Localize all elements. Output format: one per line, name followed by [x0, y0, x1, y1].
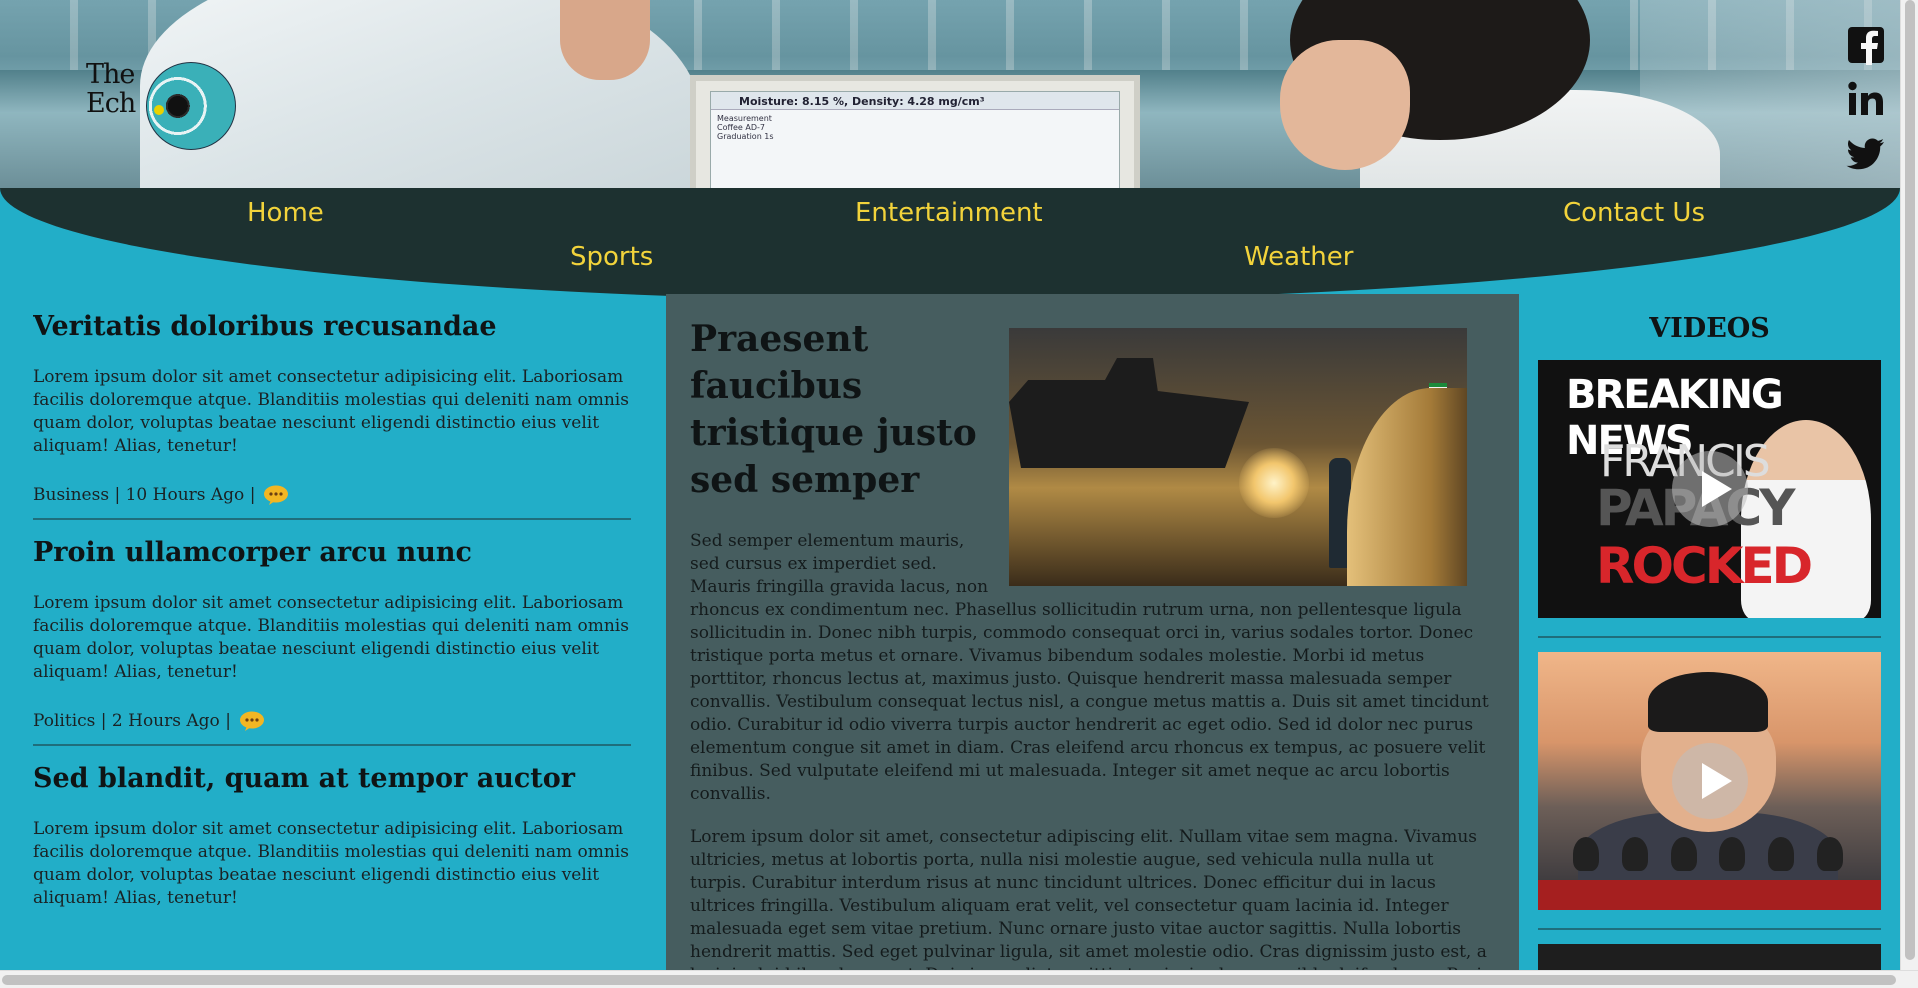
- video-divider: [1538, 636, 1881, 638]
- main-article-paragraph: Lorem ipsum dolor sit amet, consectetur …: [690, 827, 1493, 970]
- news-article: Proin ullamcorper arcu nunc Lorem ipsum …: [33, 536, 631, 746]
- nav-link-sports[interactable]: Sports: [570, 242, 653, 272]
- linkedin-icon[interactable]: [1846, 79, 1886, 119]
- article-title[interactable]: Sed blandit, quam at tempor auctor: [33, 762, 631, 796]
- video-thumbnail[interactable]: [1538, 944, 1881, 970]
- site-logo[interactable]: The Ech: [86, 60, 236, 155]
- logo-text: The Ech: [86, 59, 136, 119]
- hero-monitor-readout: Moisture: 8.15 %, Density: 4.28 mg/cm³: [711, 92, 1119, 110]
- video-microphones: [1573, 837, 1843, 877]
- video-caption: ROCKED: [1596, 537, 1813, 595]
- logo-text-line2: Ech: [86, 88, 136, 119]
- nav-link-home[interactable]: Home: [247, 198, 324, 228]
- article-body: Lorem ipsum dolor sit amet consectetur a…: [33, 819, 629, 908]
- header-hero-image: Moisture: 8.15 %, Density: 4.28 mg/cm³ M…: [0, 0, 1900, 188]
- hero-monitor-row: Coffee AD-7: [717, 123, 765, 132]
- nav-link-entertainment[interactable]: Entertainment: [855, 198, 1043, 228]
- main-article-title[interactable]: Praesent faucibus tristique justo sed se…: [690, 316, 980, 504]
- article-meta: Business | 10 Hours Ago |: [33, 484, 631, 506]
- nav-link-contact-us[interactable]: Contact Us: [1563, 198, 1705, 228]
- horizontal-scrollbar[interactable]: [0, 970, 1918, 988]
- main-article-photo: [1009, 328, 1467, 586]
- vertical-scrollbar[interactable]: [1900, 0, 1918, 970]
- article-body: Lorem ipsum dolor sit amet consectetur a…: [33, 367, 629, 456]
- hero-monitor: Moisture: 8.15 %, Density: 4.28 mg/cm³ M…: [690, 75, 1140, 188]
- play-icon[interactable]: [1671, 743, 1748, 819]
- hero-monitor-row: Measurement: [717, 114, 772, 123]
- article-meta-text: Business | 10 Hours Ago |: [33, 485, 256, 505]
- article-meta-text: Politics | 2 Hours Ago |: [33, 711, 231, 731]
- page: Moisture: 8.15 %, Density: 4.28 mg/cm³ M…: [0, 0, 1918, 988]
- facebook-icon[interactable]: [1846, 25, 1886, 65]
- video-person-hair: [1648, 672, 1768, 732]
- hero-person-left-neck: [560, 0, 650, 80]
- video-divider: [1538, 928, 1881, 930]
- photo-ship: [1009, 358, 1249, 468]
- video-thumbnail[interactable]: [1538, 652, 1881, 910]
- main-article: Praesent faucibus tristique justo sed se…: [666, 294, 1519, 970]
- article-body: Lorem ipsum dolor sit amet consectetur a…: [33, 593, 629, 682]
- twitter-icon[interactable]: [1846, 133, 1886, 173]
- play-icon[interactable]: [1671, 451, 1748, 527]
- horizontal-scrollbar-thumb[interactable]: [2, 975, 1896, 985]
- social-links: [1846, 25, 1890, 187]
- videos-column: VIDEOS BREAKING NEWS FRANCIS PAPACY ROCK…: [1519, 294, 1900, 970]
- nav-link-weather[interactable]: Weather: [1244, 242, 1353, 272]
- photo-sun: [1239, 448, 1309, 518]
- hero-person-right-face: [1280, 40, 1410, 170]
- logo-text-line1: The: [86, 59, 135, 90]
- vertical-scrollbar-thumb[interactable]: [1905, 0, 1915, 960]
- video-desk: [1538, 880, 1881, 910]
- comment-icon[interactable]: [239, 710, 265, 732]
- main-nav: Home Entertainment Contact Us Sports Wea…: [0, 188, 1900, 301]
- news-article: Veritatis doloribus recusandae Lorem ips…: [33, 310, 631, 520]
- hero-monitor-row: Graduation 1s: [717, 132, 774, 141]
- comment-icon[interactable]: [263, 484, 289, 506]
- article-title[interactable]: Proin ullamcorper arcu nunc: [33, 536, 631, 570]
- photo-boat: [1347, 388, 1467, 586]
- hero-monitor-rows: Measurement Coffee AD-7 Graduation 1s: [711, 110, 1119, 145]
- videos-heading: VIDEOS: [1649, 313, 1770, 344]
- left-news-column: Veritatis doloribus recusandae Lorem ips…: [33, 310, 631, 970]
- news-article: Sed blandit, quam at tempor auctor Lorem…: [33, 762, 631, 948]
- hero-monitor-screen: Moisture: 8.15 %, Density: 4.28 mg/cm³ M…: [710, 91, 1120, 188]
- main-article-column: Praesent faucibus tristique justo sed se…: [666, 294, 1519, 970]
- logo-dot: [154, 105, 164, 115]
- article-meta: Politics | 2 Hours Ago |: [33, 710, 631, 732]
- video-thumbnail[interactable]: BREAKING NEWS FRANCIS PAPACY ROCKED: [1538, 360, 1881, 618]
- article-title[interactable]: Veritatis doloribus recusandae: [33, 310, 631, 344]
